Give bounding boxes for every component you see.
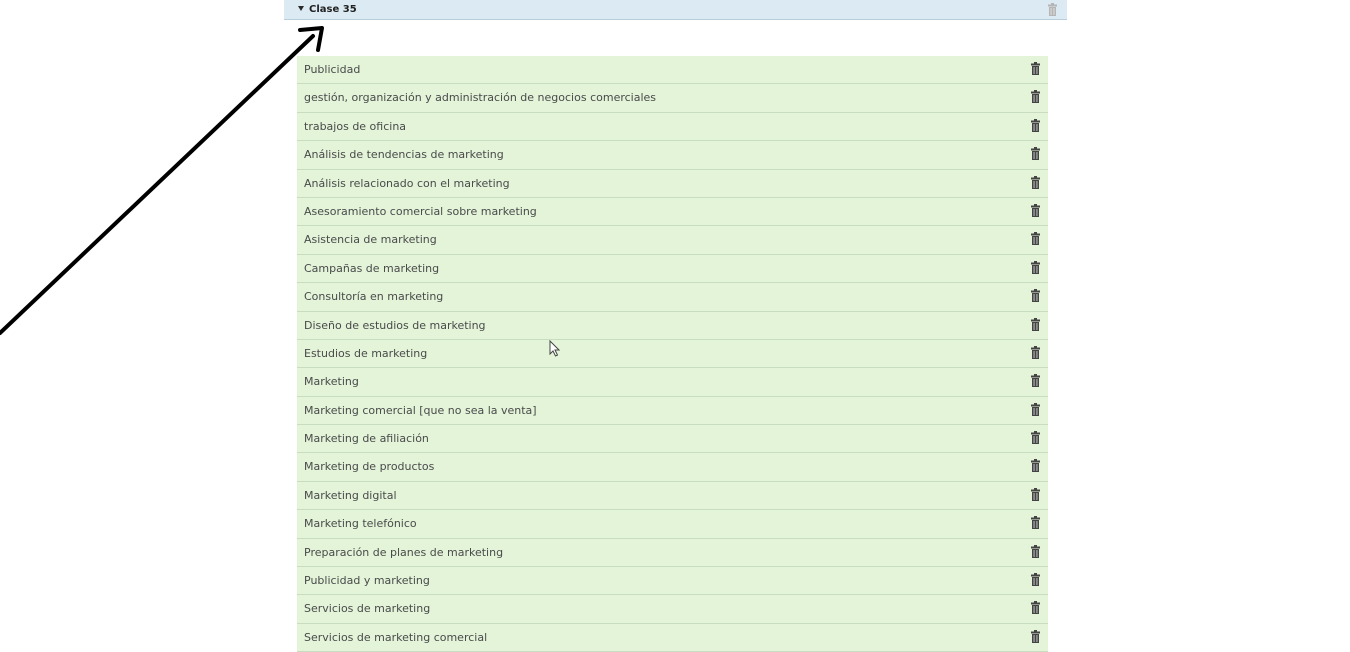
list-item-label: Estudios de marketing bbox=[304, 346, 428, 360]
trash-icon[interactable] bbox=[1031, 345, 1040, 359]
list-item[interactable]: Asesoramiento comercial sobre marketing bbox=[297, 197, 1048, 227]
list-item-label: gestión, organización y administración d… bbox=[304, 91, 657, 105]
list-item[interactable]: Marketing de afiliación bbox=[297, 425, 1048, 454]
trash-icon[interactable] bbox=[1048, 3, 1057, 16]
trash-icon[interactable] bbox=[1031, 374, 1040, 388]
list-item-label: Marketing telefónico bbox=[304, 517, 417, 531]
list-item-label: Análisis de tendencias de marketing bbox=[304, 148, 504, 162]
list-item-label: Marketing de afiliación bbox=[304, 432, 429, 446]
list-item-label: Análisis relacionado con el marketing bbox=[304, 176, 510, 190]
list-item-label: Marketing comercial [que no sea la venta… bbox=[304, 403, 537, 417]
list-item[interactable]: Publicidad y marketing bbox=[297, 567, 1048, 596]
class-header[interactable]: Clase 35 bbox=[284, 0, 1067, 20]
trash-icon[interactable] bbox=[1031, 601, 1040, 615]
list-item[interactable]: Análisis relacionado con el marketing bbox=[297, 169, 1048, 198]
list-item[interactable]: Marketing digital bbox=[297, 481, 1048, 511]
list-item-label: Servicios de marketing bbox=[304, 602, 431, 616]
trash-icon[interactable] bbox=[1031, 487, 1040, 501]
list-item[interactable]: gestión, organización y administración d… bbox=[297, 84, 1048, 113]
list-item[interactable]: Campañas de marketing bbox=[297, 254, 1048, 284]
trash-icon[interactable] bbox=[1031, 431, 1040, 445]
trash-icon[interactable] bbox=[1031, 118, 1040, 132]
list-item[interactable]: trabajos de oficina bbox=[297, 112, 1048, 142]
trash-icon[interactable] bbox=[1031, 544, 1040, 558]
list-item[interactable]: Análisis de tendencias de marketing bbox=[297, 141, 1048, 170]
trash-icon[interactable] bbox=[1031, 147, 1040, 161]
trash-icon[interactable] bbox=[1031, 203, 1040, 217]
trash-icon[interactable] bbox=[1031, 90, 1040, 104]
list-item[interactable]: Marketing comercial [que no sea la venta… bbox=[297, 396, 1048, 426]
trash-icon[interactable] bbox=[1031, 629, 1040, 643]
list-item[interactable]: Preparación de planes de marketing bbox=[297, 538, 1048, 568]
trash-icon[interactable] bbox=[1031, 573, 1040, 587]
list-item[interactable]: Publicidad bbox=[297, 56, 1048, 85]
list-item[interactable]: Marketing telefónico bbox=[297, 510, 1048, 539]
arrow-annotation bbox=[0, 26, 324, 335]
list-item[interactable]: Servicios de marketing comercial bbox=[297, 623, 1048, 652]
list-item-label: Diseño de estudios de marketing bbox=[304, 318, 486, 332]
term-list: Publicidad gestión, organización y admini… bbox=[297, 56, 1048, 652]
list-item[interactable]: Servicios de marketing bbox=[297, 595, 1048, 624]
list-item-label: Marketing digital bbox=[304, 488, 397, 502]
trash-icon[interactable] bbox=[1031, 317, 1040, 331]
list-item-label: Servicios de marketing comercial bbox=[304, 630, 488, 644]
trash-icon[interactable] bbox=[1031, 232, 1040, 246]
list-item-label: Asesoramiento comercial sobre marketing bbox=[304, 204, 537, 218]
list-item[interactable]: Marketing de productos bbox=[297, 453, 1048, 482]
list-item-label: Marketing de productos bbox=[304, 460, 435, 474]
list-item[interactable]: Consultoría en marketing bbox=[297, 283, 1048, 312]
list-item[interactable]: Diseño de estudios de marketing bbox=[297, 311, 1048, 340]
trash-icon[interactable] bbox=[1031, 516, 1040, 530]
trash-icon[interactable] bbox=[1031, 289, 1040, 303]
list-item[interactable]: Marketing bbox=[297, 368, 1048, 397]
list-item[interactable]: Asistencia de marketing bbox=[297, 226, 1048, 255]
trash-icon[interactable] bbox=[1031, 402, 1040, 416]
list-item-label: Marketing bbox=[304, 375, 359, 389]
trash-icon[interactable] bbox=[1031, 459, 1040, 473]
mouse-cursor-icon bbox=[549, 340, 560, 357]
list-item-label: Publicidad y marketing bbox=[304, 574, 430, 588]
list-item-label: Preparación de planes de marketing bbox=[304, 545, 504, 559]
trash-icon[interactable] bbox=[1031, 260, 1040, 274]
trash-icon[interactable] bbox=[1031, 62, 1040, 75]
list-item[interactable]: Estudios de marketing bbox=[297, 339, 1048, 369]
class-panel: Clase 35 Publicidad gestión, organización… bbox=[284, 0, 1067, 652]
trash-icon[interactable] bbox=[1031, 175, 1040, 189]
